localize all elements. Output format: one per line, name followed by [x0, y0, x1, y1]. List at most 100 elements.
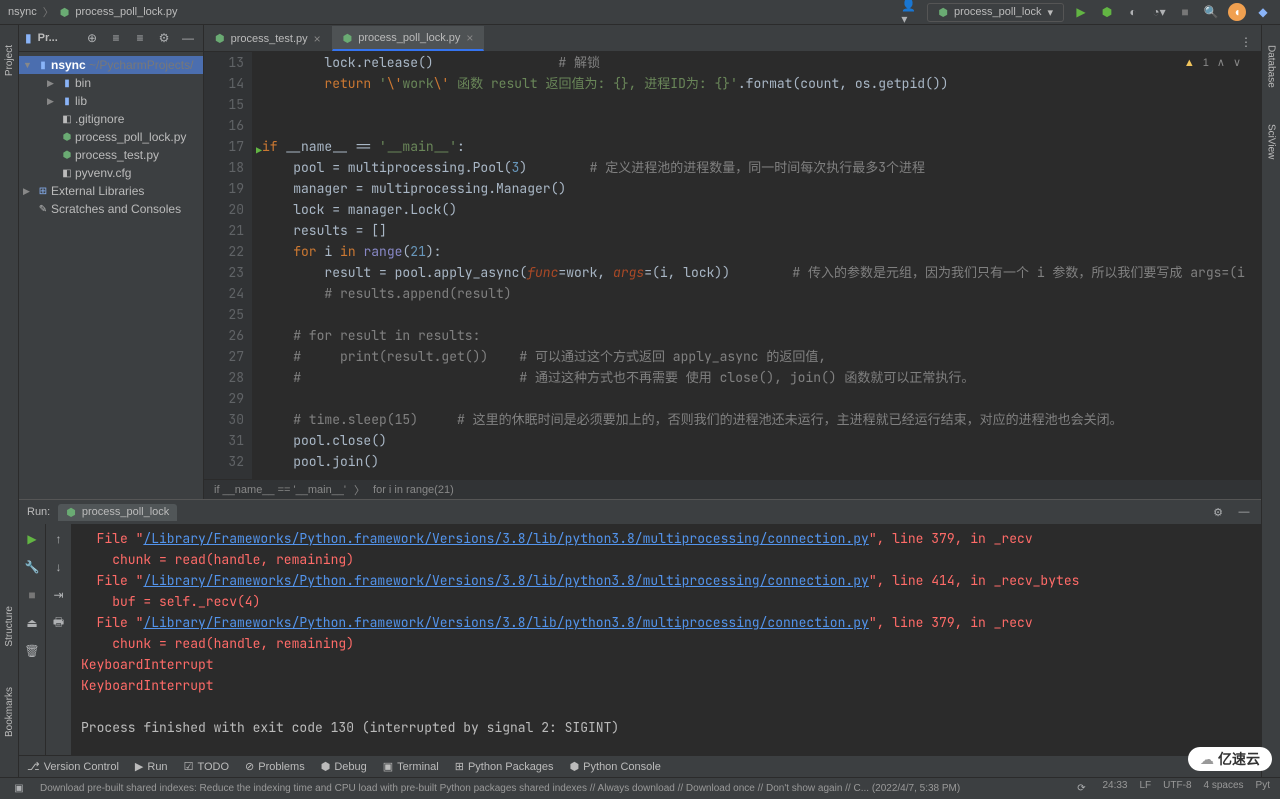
close-icon[interactable]: × [466, 31, 473, 45]
chevron-up-icon[interactable]: ∧ [1217, 56, 1225, 69]
gutter-line[interactable]: 18 [204, 157, 244, 178]
avatar[interactable]: ◖ [1228, 3, 1246, 21]
project-tree[interactable]: ▼ ▮ nsync ~/PycharmProjects/ ▶▮bin▶▮lib◧… [19, 52, 203, 222]
code-line[interactable] [262, 94, 1251, 115]
code-line[interactable]: # results.append(result) [262, 283, 1251, 304]
code-line[interactable]: lock.release() # 解锁 [262, 52, 1251, 73]
interpreter[interactable]: Pyt [1256, 780, 1270, 798]
down-icon[interactable]: ↓ [50, 558, 68, 576]
tool-sciview[interactable]: SciView [1266, 124, 1277, 159]
console-line[interactable]: File "/Library/Frameworks/Python.framewo… [81, 612, 1251, 633]
bottom-tool-version-control[interactable]: ⎇Version Control [27, 760, 119, 773]
console-line[interactable]: chunk = read(handle, remaining) [81, 549, 1251, 570]
code-line[interactable]: pool = multiprocessing.Pool(3) # 定义进程池的进… [262, 157, 1251, 178]
code-area[interactable]: lock.release() # 解锁 return '\'work\' 函数 … [252, 52, 1261, 479]
user-icon[interactable]: 👤▾ [901, 3, 919, 21]
code-line[interactable]: result = pool.apply_async(func=work, arg… [262, 262, 1251, 283]
code-line[interactable]: return '\'work\' 函数 result 返回值为: {}, 进程I… [262, 73, 1251, 94]
line-ending[interactable]: LF [1140, 780, 1152, 798]
breadcrumb-project[interactable]: nsync [8, 6, 37, 18]
tool-bookmarks[interactable]: Bookmarks [4, 687, 15, 737]
rerun-icon[interactable]: ▶ [23, 530, 41, 548]
hide-icon[interactable]: — [1235, 503, 1253, 521]
status-message[interactable]: Download pre-built shared indexes: Reduc… [40, 783, 1060, 794]
bottom-tool-todo[interactable]: ☑TODO [184, 760, 229, 773]
toolwin-icon[interactable]: ▣ [10, 780, 28, 798]
gutter-line[interactable]: 16 [204, 115, 244, 136]
gutter-line[interactable]: 23 [204, 262, 244, 283]
bottom-tool-problems[interactable]: ⊘Problems [245, 760, 305, 773]
gutter-line[interactable]: 17▶ [204, 136, 244, 157]
tree-item[interactable]: ▶▮bin [19, 74, 203, 92]
wrap-icon[interactable]: ⇥ [50, 586, 68, 604]
chevron-right-icon[interactable]: ▶ [47, 96, 59, 107]
code-line[interactable]: # print(result.get()) # 可以通过这个方式返回 apply… [262, 346, 1251, 367]
gutter-line[interactable]: 15 [204, 94, 244, 115]
gutter-line[interactable]: 13 [204, 52, 244, 73]
code-line[interactable]: pool.close() [262, 430, 1251, 451]
console-line[interactable]: Process finished with exit code 130 (int… [81, 717, 1251, 738]
gutter-line[interactable]: 25 [204, 304, 244, 325]
tree-item[interactable]: ◧pyvenv.cfg [19, 164, 203, 182]
search-icon[interactable]: 🔍 [1202, 3, 1220, 21]
console-line[interactable]: chunk = read(handle, remaining) [81, 633, 1251, 654]
bottom-tool-run[interactable]: ▶Run [135, 760, 168, 773]
tree-item[interactable]: ▶⊞External Libraries [19, 182, 203, 200]
crumb-b[interactable]: for i in range(21) [373, 484, 454, 496]
bottom-tool-python-packages[interactable]: ⊞Python Packages [455, 760, 554, 773]
hide-icon[interactable]: — [179, 29, 197, 47]
breadcrumb-file[interactable]: process_poll_lock.py [75, 6, 177, 18]
console-line[interactable]: buf = self._recv(4) [81, 591, 1251, 612]
chevron-right-icon[interactable]: ▶ [47, 78, 59, 89]
code-line[interactable]: manager = multiprocessing.Manager() [262, 178, 1251, 199]
console-line[interactable]: File "/Library/Frameworks/Python.framewo… [81, 528, 1251, 549]
editor-tab[interactable]: ⬢process_test.py× [204, 26, 332, 51]
tree-item[interactable]: ⬢process_test.py [19, 146, 203, 164]
expand-icon[interactable]: ≡ [107, 29, 125, 47]
gutter-line[interactable]: 21 [204, 220, 244, 241]
file-link[interactable]: /Library/Frameworks/Python.framework/Ver… [143, 572, 868, 589]
bottom-tool-terminal[interactable]: ▣Terminal [383, 760, 439, 773]
caret-pos[interactable]: 24:33 [1102, 780, 1127, 798]
code-line[interactable]: # # 通过这种方式也不再需要 使用 close(), join() 函数就可以… [262, 367, 1251, 388]
trash-icon[interactable]: 🗑 [23, 642, 41, 660]
locate-icon[interactable]: ⊕ [83, 29, 101, 47]
gutter-line[interactable]: 14 [204, 73, 244, 94]
console-line[interactable]: KeyboardInterrupt [81, 654, 1251, 675]
code-line[interactable]: pool.join() [262, 451, 1251, 472]
code-line[interactable] [262, 115, 1251, 136]
coverage-button[interactable]: ◐ [1124, 3, 1142, 21]
tree-item[interactable]: ✎Scratches and Consoles [19, 200, 203, 218]
gear-icon[interactable]: ⚙ [1209, 503, 1227, 521]
editor-inspect[interactable]: ▲ 1 ∧ ∨ [1184, 56, 1241, 69]
code-line[interactable]: # time.sleep(15) # 这里的休眠时间是必须要加上的，否则我们的进… [262, 409, 1251, 430]
code-line[interactable] [262, 388, 1251, 409]
tree-item[interactable]: ⬢process_poll_lock.py [19, 128, 203, 146]
gutter-line[interactable]: 28 [204, 367, 244, 388]
tabs-more-icon[interactable]: ⋮ [1237, 33, 1255, 51]
run-config-selector[interactable]: ⬢ process_poll_lock ▾ [927, 3, 1064, 22]
gutter[interactable]: 1314151617▶18192021222324252627282930313… [204, 52, 252, 479]
close-icon[interactable]: × [314, 32, 321, 46]
gutter-line[interactable]: 30 [204, 409, 244, 430]
ide-settings-icon[interactable]: ◆ [1254, 3, 1272, 21]
code-line[interactable]: lock = manager.Lock() [262, 199, 1251, 220]
gutter-line[interactable]: 27 [204, 346, 244, 367]
code-line[interactable]: # for result in results: [262, 325, 1251, 346]
tool-structure[interactable]: Structure [4, 606, 15, 647]
code-line[interactable]: for i in range(21): [262, 241, 1251, 262]
print-icon[interactable]: 🖶 [50, 614, 68, 632]
file-link[interactable]: /Library/Frameworks/Python.framework/Ver… [143, 614, 868, 631]
chevron-down-icon[interactable]: ∨ [1233, 56, 1241, 69]
run-gutter-icon[interactable]: ▶ [256, 140, 262, 161]
tree-root[interactable]: ▼ ▮ nsync ~/PycharmProjects/ [19, 56, 203, 74]
warning-icon[interactable]: ▲ [1184, 57, 1195, 69]
gutter-line[interactable]: 24 [204, 283, 244, 304]
exit-icon[interactable]: ⏏ [23, 614, 41, 632]
tree-item[interactable]: ◧.gitignore [19, 110, 203, 128]
tree-item[interactable]: ▶▮lib [19, 92, 203, 110]
code-line[interactable]: if __name__ == '__main__': [262, 136, 1251, 157]
gutter-line[interactable]: 22 [204, 241, 244, 262]
chevron-down-icon[interactable]: ▼ [23, 60, 35, 70]
indent[interactable]: 4 spaces [1204, 780, 1244, 798]
